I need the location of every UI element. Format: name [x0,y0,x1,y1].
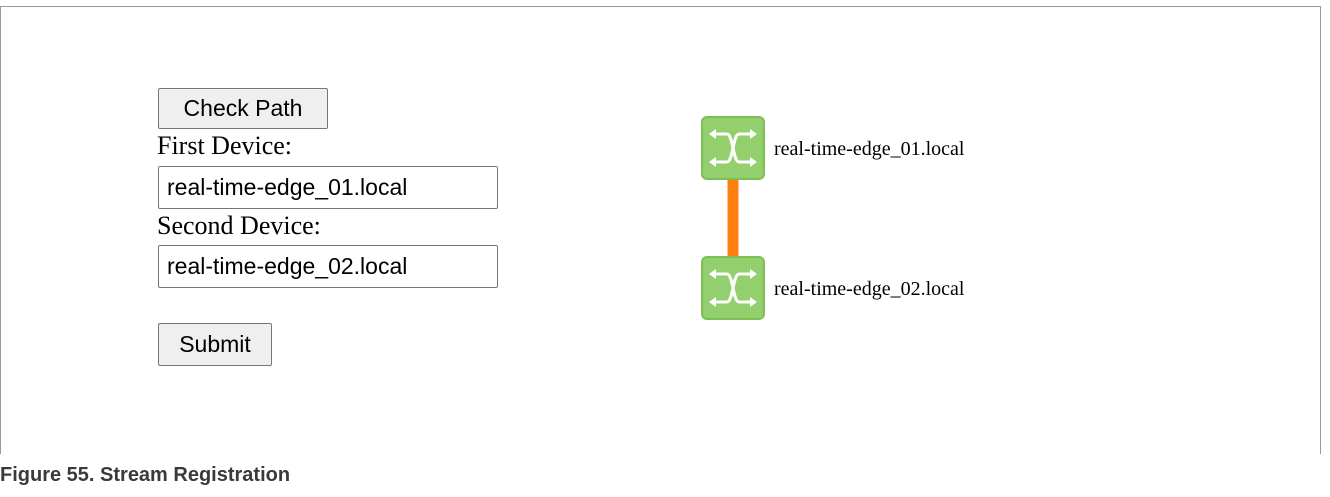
figure-caption: Figure 55. Stream Registration [0,464,291,486]
switch-icon[interactable] [700,255,766,321]
second-device-input[interactable] [158,245,498,288]
submit-button[interactable]: Submit [158,323,272,366]
node-label-edge-02: real-time-edge_02.local [774,278,965,300]
first-device-input[interactable] [158,166,498,209]
node-label-edge-01: real-time-edge_01.local [774,138,965,160]
first-device-label: First Device: [157,131,293,160]
second-device-label: Second Device: [157,211,321,240]
check-path-button[interactable]: Check Path [158,88,328,129]
switch-icon[interactable] [700,115,766,181]
